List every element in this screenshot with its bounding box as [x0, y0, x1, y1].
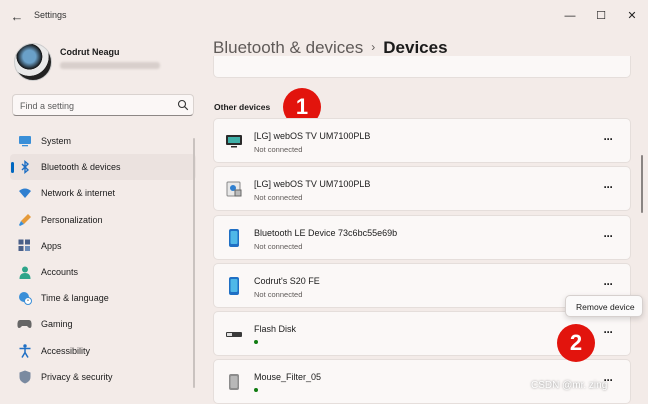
content-scrollbar[interactable]: [641, 155, 643, 213]
device-name: Flash Disk: [254, 324, 296, 334]
sidebar-item-accounts[interactable]: Accounts: [10, 259, 196, 285]
device-row[interactable]: [LG] webOS TV UM7100PLB Not connected ··…: [213, 118, 631, 163]
device-name: Bluetooth LE Device 73c6bc55e69b: [254, 228, 397, 238]
connected-indicator: [254, 340, 258, 344]
phone-icon: [225, 276, 243, 296]
gamepad-icon: [17, 317, 32, 332]
accessibility-icon: [17, 343, 32, 358]
device-name: Codrut's S20 FE: [254, 276, 320, 286]
sidebar-item-label: Accessibility: [41, 346, 90, 356]
minimize-button[interactable]: —: [560, 6, 580, 26]
person-icon: [17, 265, 32, 280]
sidebar-item-label: Privacy & security: [41, 372, 113, 382]
more-icon: ···: [604, 229, 613, 243]
more-options-button[interactable]: ···: [599, 325, 617, 343]
more-options-button[interactable]: ···: [599, 229, 617, 247]
breadcrumb-parent[interactable]: Bluetooth & devices: [213, 38, 363, 57]
context-menu: Remove device: [565, 295, 643, 317]
generic-device-icon: [225, 372, 243, 392]
more-options-button[interactable]: ···: [599, 180, 617, 198]
device-status: Not connected: [254, 193, 302, 202]
sidebar-item-personalization[interactable]: Personalization: [10, 207, 196, 233]
phone-icon: [225, 228, 243, 248]
more-icon: ···: [604, 132, 613, 146]
page-title: Devices: [383, 38, 447, 57]
sidebar-item-label: Accounts: [41, 267, 78, 277]
device-status: Not connected: [254, 145, 302, 154]
window-title: Settings: [34, 10, 67, 20]
sidebar-item-privacy[interactable]: Privacy & security: [10, 364, 196, 390]
title-bar: ← Settings — ☐ ✕: [0, 0, 648, 32]
more-icon: ···: [604, 277, 613, 291]
sidebar-item-label: Time & language: [41, 293, 109, 303]
shield-icon: [17, 369, 32, 384]
media-device-icon: [225, 179, 243, 199]
maximize-button[interactable]: ☐: [591, 6, 611, 26]
tv-icon: [225, 131, 243, 151]
device-status: Not connected: [254, 242, 302, 251]
usb-drive-icon: [225, 324, 243, 344]
sidebar-item-label: System: [41, 136, 71, 146]
sidebar-item-bluetooth[interactable]: Bluetooth & devices: [10, 154, 196, 180]
breadcrumb: Bluetooth & devices › Devices: [213, 38, 448, 58]
sidebar-nav: System Bluetooth & devices Network & int…: [10, 128, 196, 390]
sidebar-item-label: Apps: [41, 241, 62, 251]
sidebar-scrollbar[interactable]: [193, 138, 195, 388]
sidebar-item-label: Personalization: [41, 215, 103, 225]
sidebar-item-network[interactable]: Network & internet: [10, 180, 196, 206]
user-email-redacted: [60, 62, 160, 69]
search-box[interactable]: [12, 94, 194, 116]
apps-icon: [17, 238, 32, 253]
previous-section-card: [213, 56, 631, 78]
connected-indicator: [254, 388, 258, 392]
user-name: Codrut Neagu: [60, 47, 120, 57]
minimize-icon: —: [565, 10, 576, 22]
device-status: Not connected: [254, 290, 302, 299]
search-input[interactable]: [20, 100, 170, 112]
maximize-icon: ☐: [596, 10, 606, 22]
globe-clock-icon: [17, 291, 32, 306]
monitor-icon: [17, 134, 32, 149]
device-name: [LG] webOS TV UM7100PLB: [254, 179, 370, 189]
arrow-left-icon: ←: [11, 9, 24, 24]
more-options-button[interactable]: ···: [599, 132, 617, 150]
sidebar-item-label: Network & internet: [41, 188, 115, 198]
watermark: CSDN @mr. zing: [531, 380, 607, 391]
more-icon: ···: [604, 180, 613, 194]
close-icon: ✕: [627, 10, 636, 22]
search-icon[interactable]: [177, 99, 189, 111]
device-list: [LG] webOS TV UM7100PLB Not connected ··…: [213, 118, 631, 404]
device-name: [LG] webOS TV UM7100PLB: [254, 131, 370, 141]
chevron-right-icon: ›: [371, 40, 375, 54]
sidebar-item-label: Gaming: [41, 319, 73, 329]
remove-device-menu-item[interactable]: Remove device: [576, 302, 635, 312]
bluetooth-icon: [17, 160, 32, 175]
sidebar-item-gaming[interactable]: Gaming: [10, 311, 196, 337]
brush-icon: [17, 212, 32, 227]
device-row[interactable]: Bluetooth LE Device 73c6bc55e69b Not con…: [213, 215, 631, 260]
sidebar-item-time-language[interactable]: Time & language: [10, 285, 196, 311]
section-title: Other devices: [214, 102, 270, 112]
more-options-button[interactable]: ···: [599, 277, 617, 295]
device-row[interactable]: [LG] webOS TV UM7100PLB Not connected ··…: [213, 166, 631, 211]
close-button[interactable]: ✕: [622, 6, 642, 26]
sidebar-item-label: Bluetooth & devices: [41, 162, 121, 172]
more-icon: ···: [604, 325, 613, 339]
avatar[interactable]: [14, 43, 52, 81]
sidebar-item-apps[interactable]: Apps: [10, 233, 196, 259]
device-name: Mouse_Filter_05: [254, 372, 321, 382]
annotation-marker-2: 2: [557, 324, 595, 362]
back-button[interactable]: ←: [8, 8, 26, 26]
sidebar-item-system[interactable]: System: [10, 128, 196, 154]
wifi-icon: [17, 186, 32, 201]
sidebar-item-accessibility[interactable]: Accessibility: [10, 338, 196, 364]
